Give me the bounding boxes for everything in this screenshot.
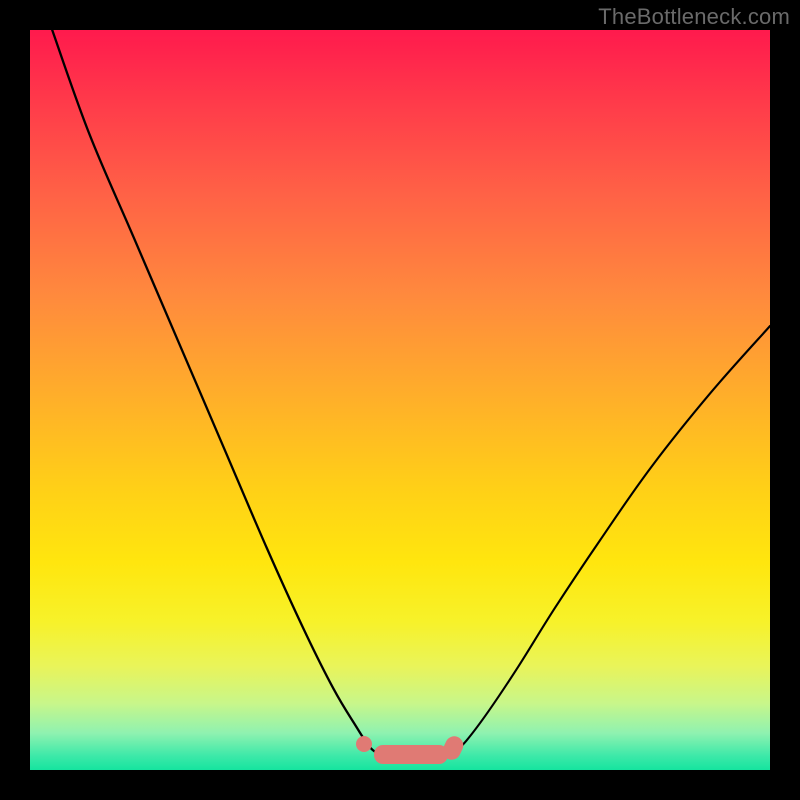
left-curve	[52, 30, 381, 755]
chart-frame: TheBottleneck.com	[0, 0, 800, 800]
bottom-marker	[374, 745, 448, 764]
curves-layer	[30, 30, 770, 770]
watermark-text: TheBottleneck.com	[598, 4, 790, 30]
bottom-marker	[356, 736, 372, 752]
right-curve	[452, 326, 770, 755]
plot-area	[30, 30, 770, 770]
